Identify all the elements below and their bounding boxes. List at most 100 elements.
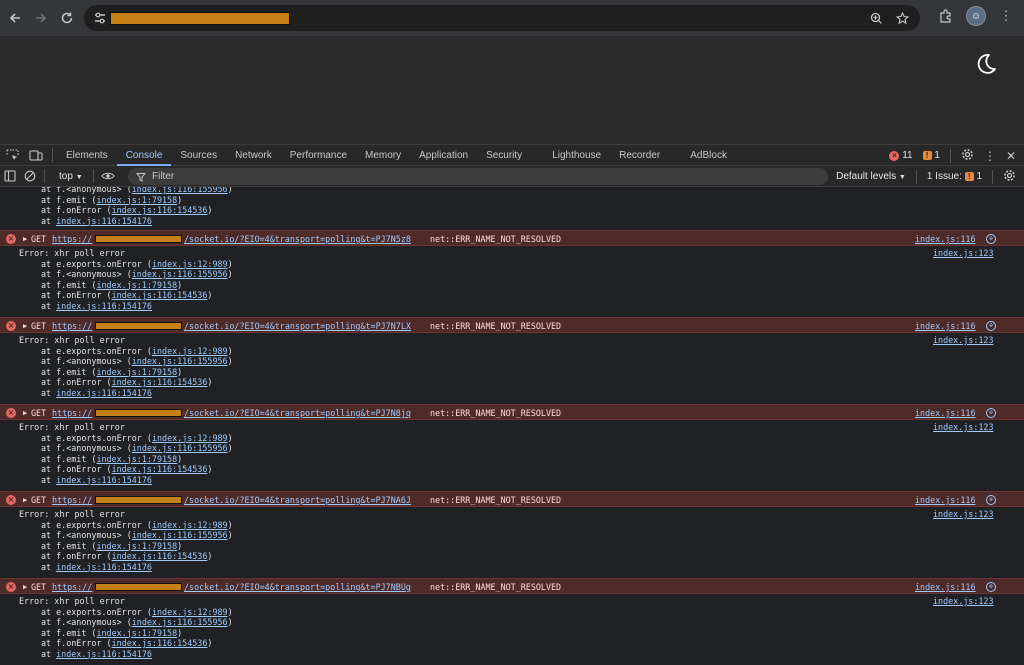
stack-frame-link[interactable]: index.js:1:79158: [96, 541, 177, 551]
stack-frame-link[interactable]: index.js:12:989: [152, 433, 228, 443]
stack-frame-link[interactable]: index.js:116:155956: [132, 356, 228, 366]
request-url-path[interactable]: /socket.io/?EIO=4&transport=polling&t=PJ…: [184, 492, 411, 508]
address-bar[interactable]: [84, 5, 920, 31]
tab-application[interactable]: Application: [410, 145, 477, 166]
filter-input[interactable]: Filter: [128, 168, 828, 185]
site-settings-icon[interactable]: [92, 10, 108, 26]
tab-elements[interactable]: Elements: [57, 145, 117, 166]
stack-frame-link[interactable]: index.js:12:989: [152, 520, 228, 530]
back-button[interactable]: [2, 5, 28, 31]
console-settings-gear-icon[interactable]: [1003, 169, 1016, 185]
tab-memory[interactable]: Memory: [356, 145, 410, 166]
issues-button[interactable]: 1 Issue: ! 1: [927, 171, 982, 182]
reload-button[interactable]: [54, 5, 80, 31]
stack-frame-link[interactable]: index.js:116:154536: [112, 464, 208, 474]
network-error-row[interactable]: × ▶ GET https:// /socket.io/?EIO=4&transport…: [0, 491, 1024, 507]
profile-avatar[interactable]: ☺: [966, 6, 986, 26]
stack-frame-link[interactable]: index.js:116:154536: [112, 638, 208, 648]
network-panel-icon[interactable]: ⊕: [986, 321, 996, 331]
expand-triangle-icon[interactable]: ▶: [23, 579, 27, 595]
network-error-row[interactable]: × ▶ GET https:// /socket.io/?EIO=4&transport…: [0, 404, 1024, 420]
stack-frame-link[interactable]: index.js:1:79158: [96, 628, 177, 638]
expand-triangle-icon[interactable]: ▶: [23, 405, 27, 421]
tab-console[interactable]: Console: [116, 145, 172, 166]
device-toolbar-icon[interactable]: [24, 145, 48, 166]
request-url-path[interactable]: /socket.io/?EIO=4&transport=polling&t=PJ…: [184, 318, 411, 334]
stack-frame-link[interactable]: index.js:116:154536: [112, 205, 208, 215]
stack-frame-link[interactable]: index.js:116:155956: [132, 187, 228, 194]
request-url-prefix[interactable]: https://: [52, 405, 92, 421]
live-expression-eye-icon[interactable]: [98, 171, 118, 181]
request-url-path[interactable]: /socket.io/?EIO=4&transport=polling&t=PJ…: [184, 579, 411, 595]
settings-gear-icon[interactable]: [961, 148, 974, 164]
stack-frame-link[interactable]: index.js:1:79158: [96, 454, 177, 464]
network-error-row[interactable]: × ▶ GET https:// /socket.io/?EIO=4&transport…: [0, 317, 1024, 333]
stack-frame-link[interactable]: index.js:116:154536: [112, 290, 208, 300]
request-url-prefix[interactable]: https://: [52, 492, 92, 508]
source-link[interactable]: index.js:116: [915, 492, 976, 508]
stack-frame-link[interactable]: index.js:116:155956: [132, 617, 228, 627]
request-url-prefix[interactable]: https://: [52, 231, 92, 247]
error-detail-source-link[interactable]: index.js:123: [933, 596, 994, 607]
stack-frame-link[interactable]: index.js:1:79158: [96, 195, 177, 205]
request-url-path[interactable]: /socket.io/?EIO=4&transport=polling&t=PJ…: [184, 231, 411, 247]
sidebar-toggle-icon[interactable]: [0, 170, 20, 182]
context-select[interactable]: top ▼: [53, 171, 89, 182]
stack-frame-link[interactable]: index.js:116:155956: [132, 443, 228, 453]
stack-frame-link[interactable]: index.js:12:989: [152, 346, 228, 356]
network-panel-icon[interactable]: ⊕: [986, 582, 996, 592]
tab-security[interactable]: Security: [477, 145, 531, 166]
tab-lighthouse[interactable]: Lighthouse: [543, 145, 610, 166]
stack-frame-link[interactable]: index.js:116:154536: [112, 377, 208, 387]
tab-performance[interactable]: Performance: [281, 145, 356, 166]
source-link[interactable]: index.js:116: [915, 405, 976, 421]
stack-frame-link[interactable]: index.js:1:79158: [96, 367, 177, 377]
request-url-prefix[interactable]: https://: [52, 579, 92, 595]
source-link[interactable]: index.js:116: [915, 579, 976, 595]
stack-frame-link[interactable]: index.js:116:155956: [132, 269, 228, 279]
close-devtools-icon[interactable]: ✕: [1006, 149, 1016, 163]
tab-recorder[interactable]: Recorder: [610, 145, 669, 166]
error-detail-source-link[interactable]: index.js:123: [933, 422, 994, 433]
log-levels-dropdown[interactable]: Default levels ▼: [836, 171, 906, 182]
stack-frame-link[interactable]: index.js:1:79158: [96, 280, 177, 290]
error-detail-source-link[interactable]: index.js:123: [933, 335, 994, 346]
network-panel-icon[interactable]: ⊕: [986, 408, 996, 418]
tab-adblock[interactable]: AdBlock: [681, 145, 736, 166]
source-link[interactable]: index.js:116: [915, 318, 976, 334]
network-panel-icon[interactable]: ⊕: [986, 495, 996, 505]
tab-network[interactable]: Network: [226, 145, 281, 166]
stack-frame-link[interactable]: index.js:116:155956: [132, 530, 228, 540]
stack-frame-link[interactable]: index.js:116:154176: [56, 388, 152, 398]
stack-frame-link[interactable]: index.js:12:989: [152, 607, 228, 617]
warning-counter[interactable]: ! 1: [922, 150, 940, 161]
devtools-menu-icon[interactable]: ⋮: [984, 149, 996, 163]
stack-frame-link[interactable]: index.js:116:154176: [56, 649, 152, 659]
forward-button[interactable]: [28, 5, 54, 31]
inspect-element-icon[interactable]: [0, 145, 24, 166]
bookmark-star-icon[interactable]: [892, 8, 912, 28]
clear-console-icon[interactable]: [20, 170, 40, 182]
network-error-row[interactable]: × ▶ GET https:// /socket.io/?EIO=4&transport…: [0, 578, 1024, 594]
request-url-path[interactable]: /socket.io/?EIO=4&transport=polling&t=PJ…: [184, 405, 411, 421]
error-counter[interactable]: × 11: [889, 150, 913, 161]
error-detail-source-link[interactable]: index.js:123: [933, 248, 994, 259]
dark-mode-moon-icon[interactable]: [974, 52, 998, 76]
menu-kebab-icon[interactable]: ⋮: [996, 6, 1016, 26]
stack-frame-link[interactable]: index.js:116:154176: [56, 216, 152, 226]
expand-triangle-icon[interactable]: ▶: [23, 492, 27, 508]
stack-frame-link[interactable]: index.js:116:154536: [112, 551, 208, 561]
stack-frame-link[interactable]: index.js:116:154176: [56, 475, 152, 485]
extensions-icon[interactable]: [936, 6, 956, 26]
network-error-row[interactable]: × ▶ GET https:// /socket.io/?EIO=4&transport…: [0, 230, 1024, 246]
source-link[interactable]: index.js:116: [915, 231, 976, 247]
error-detail-source-link[interactable]: index.js:123: [933, 509, 994, 520]
stack-frame-link[interactable]: index.js:12:989: [152, 259, 228, 269]
stack-frame-link[interactable]: index.js:116:154176: [56, 301, 152, 311]
network-panel-icon[interactable]: ⊕: [986, 234, 996, 244]
expand-triangle-icon[interactable]: ▶: [23, 318, 27, 334]
tab-sources[interactable]: Sources: [171, 145, 226, 166]
stack-frame-link[interactable]: index.js:116:154176: [56, 562, 152, 572]
zoom-icon[interactable]: [866, 8, 886, 28]
expand-triangle-icon[interactable]: ▶: [23, 231, 27, 247]
